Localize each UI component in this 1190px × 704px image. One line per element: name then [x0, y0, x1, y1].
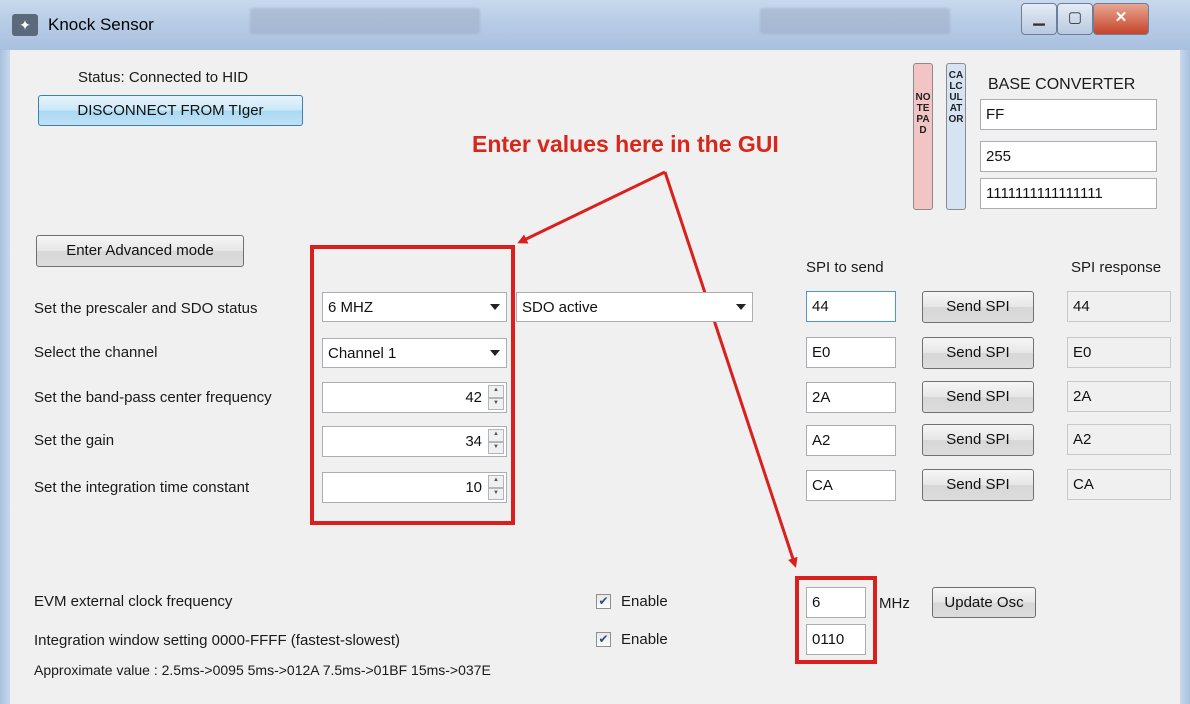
- sdo-status-combo[interactable]: SDO active: [516, 292, 753, 322]
- spi-response-prescaler: 44: [1067, 291, 1171, 322]
- enter-advanced-mode-button[interactable]: Enter Advanced mode: [36, 235, 244, 267]
- chevron-down-icon: [736, 304, 746, 310]
- gain-label: Set the gain: [34, 432, 115, 449]
- sdo-status-combo-value: SDO active: [522, 298, 598, 316]
- evm-clock-label: EVM external clock frequency: [34, 593, 233, 610]
- spi-send-field-gain[interactable]: A2: [806, 425, 896, 456]
- spi-response-channel: E0: [1067, 337, 1171, 368]
- spi-send-field-prescaler[interactable]: 44: [806, 291, 896, 322]
- channel-label: Select the channel: [34, 344, 158, 361]
- annotation-highlight-box: [310, 245, 515, 525]
- spi-send-field-integration[interactable]: CA: [806, 470, 896, 501]
- bandpass-frequency-label: Set the band-pass center frequency: [34, 389, 272, 406]
- arrow-to-controls: [517, 170, 666, 244]
- send-spi-button-prescaler[interactable]: Send SPI: [922, 291, 1034, 323]
- mhz-unit-label: MHz: [879, 595, 910, 612]
- evm-highlight-box: [795, 576, 877, 664]
- integration-time-label: Set the integration time constant: [34, 479, 250, 496]
- spi-response-integration: CA: [1067, 469, 1171, 500]
- send-spi-button-bandpass[interactable]: Send SPI: [922, 381, 1034, 413]
- evm-enable-label: Enable: [621, 593, 668, 610]
- update-osc-button[interactable]: Update Osc: [932, 587, 1036, 618]
- integration-window-label: Integration window setting 0000-FFFF (fa…: [34, 632, 400, 649]
- integration-enable-checkbox[interactable]: ✔: [596, 632, 611, 647]
- spi-response-gain: A2: [1067, 424, 1171, 455]
- arrow-to-evm-fields: [663, 171, 798, 568]
- integration-enable-label: Enable: [621, 631, 668, 648]
- spi-response-bandpass: 2A: [1067, 381, 1171, 412]
- evm-enable-checkbox[interactable]: ✔: [596, 594, 611, 609]
- spi-response-header: SPI response: [1071, 259, 1162, 276]
- prescaler-label: Set the prescaler and SDO status: [34, 300, 258, 317]
- approximate-values-text: Approximate value : 2.5ms->0095 5ms->012…: [34, 662, 491, 678]
- send-spi-button-gain[interactable]: Send SPI: [922, 424, 1034, 456]
- send-spi-button-integration[interactable]: Send SPI: [922, 469, 1034, 501]
- spi-send-field-bandpass[interactable]: 2A: [806, 382, 896, 413]
- send-spi-button-channel[interactable]: Send SPI: [922, 337, 1034, 369]
- spi-send-field-channel[interactable]: E0: [806, 337, 896, 368]
- spi-to-send-header: SPI to send: [806, 259, 884, 276]
